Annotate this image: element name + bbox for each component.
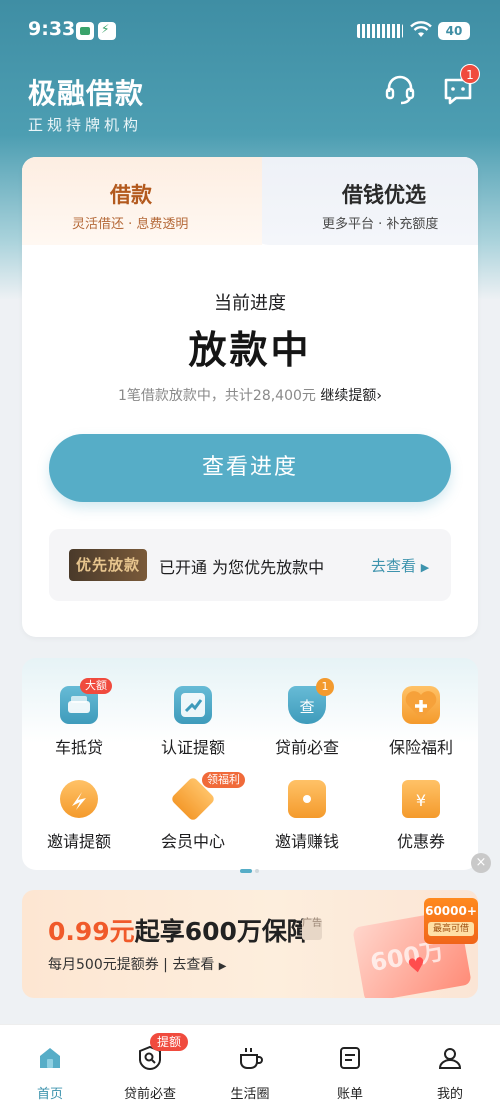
bill-icon — [340, 1047, 360, 1069]
priority-view-link[interactable]: 去查看 ▶ — [371, 555, 429, 576]
status-time: 9:33 — [28, 18, 76, 40]
tab-loan-options-label: 借钱优选 — [342, 183, 426, 207]
promo-page-indicator — [226, 988, 267, 998]
tab-loan[interactable]: 借款 灵活借还 · 息费透明 — [22, 157, 262, 245]
progress-label: 当前进度 — [214, 293, 286, 314]
nav-label: 贷前必查 — [123, 1087, 176, 1102]
priority-lending-text: 已开通 为您优先放款中 — [159, 558, 325, 577]
nav-home[interactable]: 首页 — [0, 1045, 100, 1102]
tab-loan-options[interactable]: 借钱优选 更多平台 · 补充额度 — [246, 157, 478, 245]
promo-title: 0.99元起享600万保障 — [48, 912, 312, 948]
service-badge-count: 1 — [316, 678, 334, 696]
ad-tag: 广告 — [302, 918, 322, 940]
service-insurance[interactable]: 保险福利 — [364, 686, 478, 758]
svg-text:¥: ¥ — [416, 791, 426, 810]
services-grid: 大额 车抵贷 认证提额 查 1 贷前必查 保险福利 邀请提额 领福利 会员中心 — [22, 658, 478, 873]
app-subtitle: 正规持牌机构 — [28, 116, 143, 134]
battery-icon: 40 — [438, 22, 470, 40]
tab-loan-sub: 灵活借还 · 息费透明 — [72, 217, 189, 232]
progress-status: 放款中 — [188, 328, 312, 372]
home-icon — [40, 1048, 60, 1068]
trend-up-icon — [174, 686, 212, 724]
progress-detail-text: 1笔借款放款中，共计28,400元 — [118, 388, 316, 404]
service-label: 优惠券 — [396, 832, 445, 851]
service-verify-raise[interactable]: 认证提额 — [136, 686, 250, 758]
service-label: 车抵贷 — [54, 738, 103, 757]
max-amount-badge: 60000+ 最高可借 — [424, 898, 478, 944]
service-label: 贷前必查 — [274, 738, 339, 757]
status-bar: 9:33 40 — [0, 0, 500, 62]
service-pre-loan-check[interactable]: 查 1 贷前必查 — [250, 678, 364, 758]
priority-lending-tag: 优先放款 — [69, 549, 147, 581]
service-label: 邀请提额 — [46, 832, 111, 851]
customer-service-icon[interactable] — [382, 72, 418, 108]
signal-icon — [357, 24, 403, 38]
priority-lending-banner[interactable]: 优先放款 已开通 为您优先放款中 去查看 ▶ — [49, 529, 451, 601]
nav-label: 首页 — [36, 1087, 63, 1102]
service-label: 认证提额 — [160, 738, 225, 757]
service-badge-welfare: 领福利 — [202, 772, 245, 788]
loan-card: 借钱优选 更多平台 · 补充额度 借款 灵活借还 · 息费透明 当前进度 放款中… — [22, 157, 478, 637]
nav-label: 账单 — [336, 1087, 363, 1102]
continue-raise-link[interactable]: 继续提额› — [320, 388, 382, 404]
nav-label: 生活圈 — [230, 1087, 270, 1102]
message-badge: 1 — [460, 64, 480, 84]
coupon-icon: ¥ — [402, 780, 440, 818]
service-member-center[interactable]: 领福利 会员中心 — [136, 772, 250, 852]
nav-life-circle[interactable]: 生活圈 — [200, 1045, 300, 1102]
triangle-right-icon: ▶ — [420, 561, 430, 574]
max-amount-label: 最高可借 — [428, 922, 474, 936]
wifi-icon — [410, 21, 432, 37]
svg-text:查: 查 — [299, 698, 314, 716]
nav-profile[interactable]: 我的 — [400, 1045, 500, 1102]
promo-title-rest: 起享600万保障 — [134, 917, 312, 946]
triangle-right-icon: ▶ — [218, 961, 227, 972]
promo-subtitle: 每月500元提额券 | 去查看 ▶ — [48, 954, 227, 974]
service-coupons[interactable]: ¥ 优惠券 — [364, 780, 478, 852]
promo-subtitle-text: 每月500元提额券 | 去查看 — [48, 957, 215, 973]
continue-raise-label: 继续提额 — [320, 388, 377, 404]
chevron-right-icon: › — [376, 388, 382, 404]
service-label: 邀请赚钱 — [274, 832, 339, 851]
service-label: 会员中心 — [160, 832, 225, 851]
view-progress-button[interactable]: 查看进度 — [49, 434, 451, 502]
tab-loan-label: 借款 — [110, 183, 152, 207]
coffee-icon — [240, 1048, 263, 1069]
user-icon — [438, 1048, 462, 1069]
priority-view-label: 去查看 — [371, 557, 417, 575]
heart-plus-icon — [402, 686, 440, 724]
max-amount: 60000+ — [425, 904, 477, 918]
charging-app-icon — [98, 22, 116, 40]
nav-label: 我的 — [436, 1087, 463, 1102]
promo-banner[interactable]: 0.99元起享600万保障 广告 每月500元提额券 | 去查看 ▶ 600万 … — [22, 890, 478, 998]
close-icon[interactable]: × — [471, 853, 491, 873]
services-page-indicator — [240, 860, 262, 879]
service-invite-earn[interactable]: 邀请赚钱 — [250, 780, 364, 852]
service-invite-raise[interactable]: 邀请提额 — [22, 780, 136, 852]
share-icon — [60, 780, 98, 818]
tab-loan-options-sub: 更多平台 · 补充额度 — [322, 217, 439, 232]
app-title: 极融借款 — [28, 77, 145, 110]
nav-badge: 提额 — [150, 1033, 189, 1051]
service-car-loan[interactable]: 大额 车抵贷 — [22, 678, 136, 758]
service-badge-large: 大额 — [80, 678, 112, 694]
service-label: 保险福利 — [388, 738, 453, 757]
nav-pre-loan-check[interactable]: 贷前必查 — [100, 1045, 200, 1102]
progress-detail: 1笔借款放款中，共计28,400元 继续提额› — [22, 385, 478, 405]
envelope-icon — [288, 780, 326, 818]
wechat-notification-icon — [76, 22, 94, 40]
nav-bills[interactable]: 账单 — [300, 1045, 400, 1102]
promo-title-highlight: 0.99元 — [48, 917, 135, 946]
bottom-nav: 首页 贷前必查 生活圈 账单 我的 提额 — [0, 1024, 500, 1111]
